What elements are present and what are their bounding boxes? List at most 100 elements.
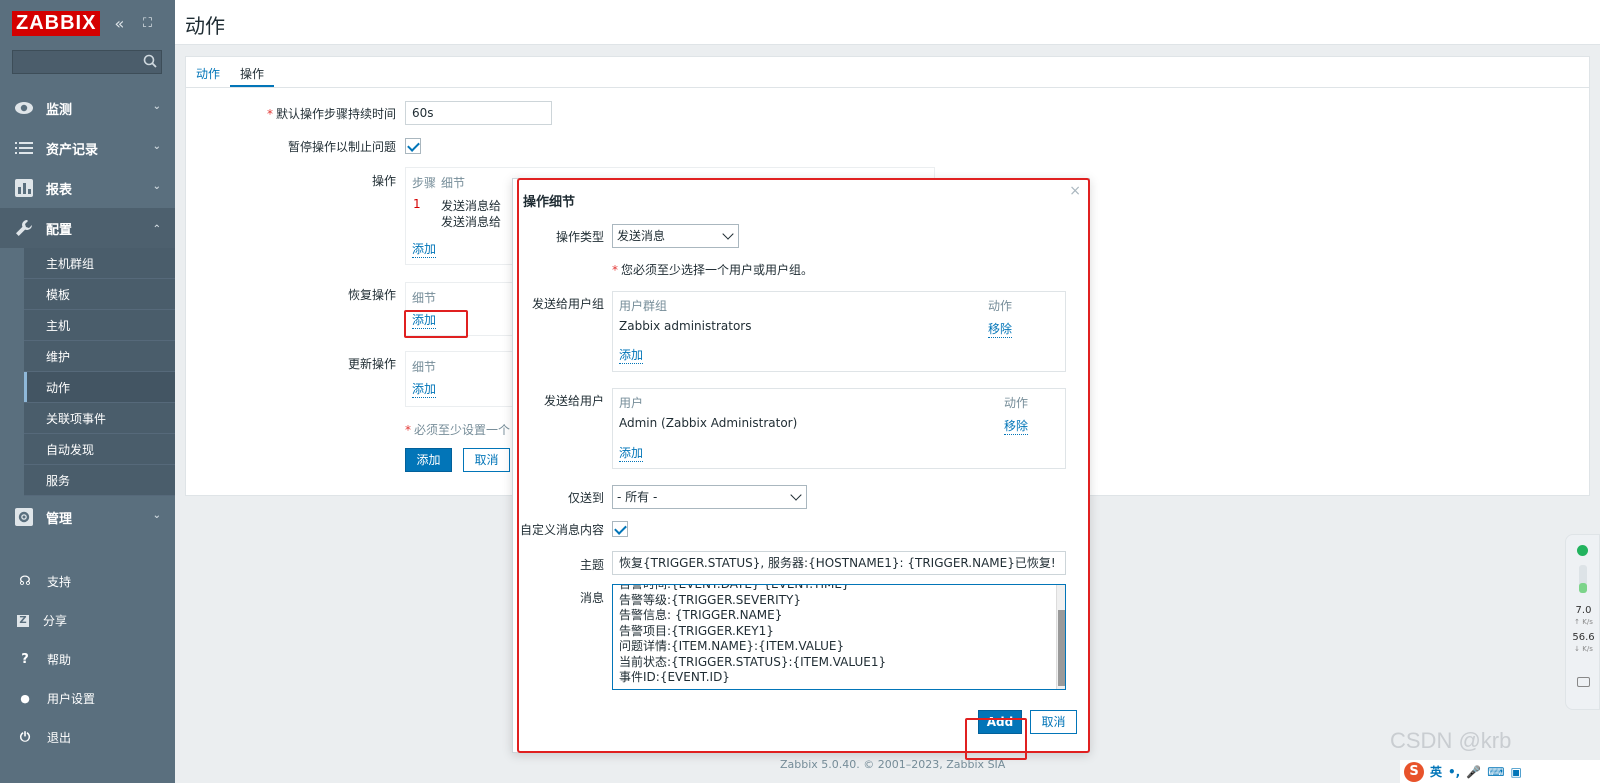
chevron-down-icon [790, 489, 802, 501]
col-detail: 细节 [412, 360, 437, 374]
dialog-title: 操作细节 [523, 195, 576, 210]
nav-help[interactable]: ? 帮助 [0, 640, 175, 679]
add-user-link[interactable]: 添加 [619, 444, 644, 462]
remove-group-link[interactable]: 移除 [988, 320, 1013, 338]
chevron-down-icon: ⌄ [152, 101, 161, 112]
message-scrollbar[interactable] [1056, 585, 1065, 689]
nav-label: 报表 [46, 182, 73, 198]
network-speed-widget[interactable]: 7.0 ↑ K/s 56.6 ↓ K/s [1565, 534, 1600, 710]
nav-label: 用户设置 [47, 692, 96, 706]
nav-label: 分享 [43, 614, 68, 628]
pause-checkbox[interactable] [405, 138, 421, 154]
sogou-logo-icon[interactable]: S [1404, 761, 1424, 782]
subnav-event-correlation[interactable]: 关联项事件 [24, 403, 175, 434]
power-icon: ⏻ [19, 730, 31, 745]
ime-lang-toggle[interactable]: 英 [1430, 763, 1442, 780]
nav-inventory[interactable]: 资产记录 ⌄ [0, 128, 175, 168]
add-operation-link[interactable]: 添加 [412, 240, 437, 258]
keyboard-icon[interactable]: ⌨ [1487, 765, 1504, 779]
tab-operations[interactable]: 操作 [230, 57, 275, 87]
skin-icon[interactable]: ▣ [1511, 765, 1522, 779]
add-update-operation-link[interactable]: 添加 [412, 380, 437, 398]
message-textarea[interactable]: 告警时间:{EVENT.DATE} {EVENT.TIME} 告警等级:{TRI… [612, 584, 1066, 690]
subnav-host-groups[interactable]: 主机群组 [24, 248, 175, 279]
ime-toolbar[interactable]: S 英 •, 🎤 ⌨ ▣ [1400, 760, 1600, 783]
subject-label: 主题 [579, 558, 604, 572]
chevron-down-icon: ⌄ [152, 510, 161, 521]
add-recovery-operation-link[interactable]: 添加 [412, 311, 437, 329]
subnav-actions[interactable]: 动作 [24, 372, 175, 403]
col-user-group: 用户群组 [619, 299, 668, 313]
add-action-button[interactable]: 添加 [405, 448, 452, 472]
col-step: 步骤 [412, 176, 437, 190]
nav-reports[interactable]: 报表 ⌄ [0, 168, 175, 208]
camera-icon[interactable] [1577, 677, 1590, 687]
add-group-link[interactable]: 添加 [619, 346, 644, 364]
microphone-icon[interactable]: 🎤 [1466, 765, 1481, 779]
subject-input[interactable]: 恢复{TRIGGER.STATUS}, 服务器:{HOSTNAME1}: {TR… [612, 551, 1066, 575]
scrollbar-thumb[interactable] [1058, 610, 1065, 686]
close-icon[interactable]: × [1069, 183, 1081, 199]
help-icon: ? [21, 652, 29, 667]
user-icon: ● [20, 692, 30, 705]
cancel-operation-button[interactable]: 取消 [1030, 710, 1077, 734]
bar-chart-icon [14, 178, 34, 198]
operation-type-select[interactable]: 发送消息 [612, 224, 739, 248]
operations-label: 操作 [371, 174, 396, 188]
list-icon [14, 138, 34, 158]
duration-label: * 默认操作步骤持续时间 [266, 107, 396, 121]
sidebar-search [12, 50, 163, 74]
nav-label: 资产记录 [46, 142, 99, 158]
col-action: 动作 [988, 299, 1013, 313]
subnav-discovery[interactable]: 自动发现 [24, 434, 175, 465]
message-label: 消息 [579, 591, 604, 605]
duration-input[interactable]: 60s [405, 101, 552, 125]
search-icon[interactable] [143, 54, 157, 68]
usage-bar [1579, 565, 1587, 593]
nav-label: 监测 [46, 102, 73, 118]
sidebar-search-input[interactable] [12, 50, 162, 74]
logo-row: ZABBIX « ⛶ [0, 0, 175, 46]
gear-icon [14, 507, 34, 527]
cancel-action-button[interactable]: 取消 [463, 448, 510, 472]
header-bar: 动作 [175, 0, 1600, 45]
add-operation-button[interactable]: Add [978, 710, 1022, 734]
recovery-operations-label: 恢复操作 [347, 288, 396, 302]
nav-configuration[interactable]: 配置 ⌃ [0, 208, 175, 248]
subnav-services[interactable]: 服务 [24, 465, 175, 496]
eye-icon [14, 98, 34, 118]
sidebar-bottom-nav: ☊ 支持 Z 分享 ? 帮助 ● 用户设置 ⏻ 退出 [0, 562, 175, 757]
zabbix-logo[interactable]: ZABBIX [12, 10, 101, 36]
only-to-select[interactable]: - 所有 - [612, 485, 807, 509]
nav-label: 管理 [46, 511, 73, 527]
subnav-templates[interactable]: 模板 [24, 279, 175, 310]
col-action: 动作 [1004, 396, 1029, 410]
operation-details-dialog: 操作细节 × 操作类型 发送消息 * 您必须至少选择一个用户或用户组。 发送给用户… [512, 178, 1090, 753]
config-submenu: 主机群组 模板 主机 维护 动作 关联项事件 自动发现 服务 [24, 248, 175, 496]
operation-type-label: 操作类型 [555, 230, 604, 244]
kiosk-mode-icon[interactable]: ⛶ [138, 16, 156, 31]
nav-share[interactable]: Z 分享 [0, 601, 175, 640]
col-detail: 细节 [412, 291, 437, 305]
message-content: 告警时间:{EVENT.DATE} {EVENT.TIME} 告警等级:{TRI… [619, 584, 887, 684]
nav-monitoring[interactable]: 监测 ⌄ [0, 88, 175, 128]
nav-support[interactable]: ☊ 支持 [0, 562, 175, 601]
chevron-up-icon: ⌃ [152, 224, 161, 235]
only-to-label: 仅送到 [567, 491, 604, 505]
nav-administration[interactable]: 管理 ⌄ [0, 497, 175, 537]
chevron-down-icon: ⌄ [152, 141, 161, 152]
ime-punct-toggle[interactable]: •, [1448, 765, 1460, 779]
remove-user-link[interactable]: 移除 [1004, 417, 1029, 435]
custom-message-checkbox[interactable] [612, 521, 628, 537]
nav-user-settings[interactable]: ● 用户设置 [0, 679, 175, 718]
subnav-maintenance[interactable]: 维护 [24, 341, 175, 372]
op-step-number: 1 [413, 197, 421, 211]
update-operations-label: 更新操作 [347, 357, 396, 371]
tab-action[interactable]: 动作 [186, 57, 230, 87]
nav-sign-out[interactable]: ⏻ 退出 [0, 718, 175, 757]
footer-copyright: Zabbix 5.0.40. © 2001–2023, Zabbix SIA [780, 758, 1006, 771]
upload-speed: 7.0 [1575, 605, 1592, 616]
subnav-hosts[interactable]: 主机 [24, 310, 175, 341]
collapse-sidebar-icon[interactable]: « [110, 14, 128, 33]
required-note: * 必须至少设置一个 [405, 423, 511, 437]
